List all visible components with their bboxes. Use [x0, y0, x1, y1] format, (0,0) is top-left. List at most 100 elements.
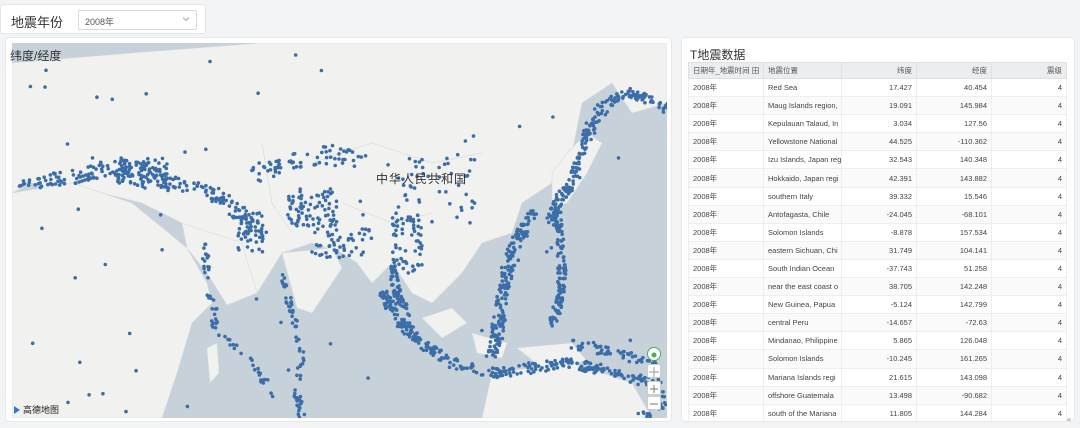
- table-row[interactable]: 2008年 near the east coast o 38.705 142.248 4: [688, 277, 1067, 297]
- earthquake-point: [495, 294, 499, 299]
- earthquake-point: [290, 314, 294, 319]
- table-row[interactable]: 2008年 Yellowstone National 44.525 -110.362 4: [688, 132, 1067, 152]
- earthquake-point: [317, 160, 322, 165]
- earthquake-map[interactable]: [12, 43, 667, 418]
- table-scrollbar[interactable]: [1067, 418, 1071, 421]
- table-row[interactable]: 2008年 southern Italy 39.332 15.546 4: [688, 186, 1067, 206]
- earthquake-point: [287, 198, 292, 202]
- earthquake-point: [309, 195, 314, 200]
- column-header[interactable]: 纬度: [841, 62, 917, 79]
- table-row[interactable]: 2008年 Antofagasta, Chile -24.045 -68.101 4: [688, 204, 1067, 224]
- earthquake-point: [289, 217, 294, 222]
- earthquake-point: [455, 358, 460, 363]
- earthquake-point: [380, 294, 384, 299]
- table-row[interactable]: 2008年 Izu Islands, Japan reg 32.543 140.348…: [688, 150, 1067, 170]
- column-header[interactable]: 地震位置: [763, 62, 842, 79]
- column-header[interactable]: 经度: [916, 62, 992, 79]
- earthquake-point: [122, 162, 127, 166]
- table-row[interactable]: 2008年 central Peru -14.657 -72.63 4: [688, 313, 1067, 333]
- table-cell: 4: [991, 150, 1067, 170]
- earthquake-point: [337, 157, 341, 161]
- earthquake-point: [402, 305, 407, 310]
- table-cell: 143.098: [916, 367, 992, 387]
- table-cell: 2008年: [688, 258, 764, 279]
- earthquake-point: [415, 339, 419, 343]
- earthquake-point: [548, 214, 552, 219]
- zoom-out-button[interactable]: [647, 396, 661, 410]
- earthquake-point: [153, 166, 158, 171]
- earthquake-point: [488, 340, 493, 344]
- earthquake-point: [277, 158, 281, 163]
- table-cell: 4: [991, 240, 1067, 260]
- table-row[interactable]: 2008年 Mindanao, Philippine 5.865 126.048 4: [688, 331, 1067, 351]
- table-title: T地震数据: [690, 48, 746, 62]
- earthquake-point: [598, 344, 603, 349]
- earthquake-point: [330, 232, 335, 237]
- earthquake-point: [151, 172, 155, 177]
- earthquake-point: [580, 142, 584, 147]
- table-row[interactable]: 2008年 Solomon Islands -8.878 157.534 4: [688, 222, 1067, 242]
- earthquake-point: [239, 351, 243, 356]
- earthquake-point: [106, 166, 110, 171]
- table-cell: New Guinea, Papua: [763, 295, 842, 315]
- column-header[interactable]: 震级: [991, 62, 1067, 79]
- earthquake-point: [587, 365, 592, 370]
- earthquake-point: [556, 238, 560, 242]
- earthquake-point: [328, 254, 332, 259]
- earthquake-point: [419, 233, 423, 237]
- table-cell: 2008年: [688, 132, 764, 152]
- earthquake-point: [289, 300, 294, 305]
- earthquake-point: [316, 221, 321, 225]
- table-row[interactable]: 2008年 South Indian Ocean -37.743 51.258 4: [688, 258, 1067, 279]
- earthquake-point: [490, 353, 495, 357]
- earthquake-point: [417, 198, 421, 202]
- table-cell: 142.799: [916, 295, 992, 315]
- table-cell: 44.525: [841, 132, 917, 152]
- earthquake-point: [269, 391, 273, 396]
- table-cell: central Peru: [763, 313, 842, 333]
- earthquake-point: [599, 367, 603, 372]
- table-row[interactable]: 2008年 Red Sea 17.427 40.454 4: [688, 77, 1067, 98]
- earthquake-point: [203, 242, 208, 247]
- table-row[interactable]: 2008年 Hokkaido, Japan regi 42.391 143.882 4: [688, 168, 1067, 188]
- earthquake-point: [260, 249, 265, 254]
- table-cell: 2008年: [688, 77, 764, 98]
- earthquake-point: [430, 219, 434, 224]
- table-row[interactable]: 2008年 south of the Mariana 11.805 144.284 4: [688, 403, 1067, 421]
- earthquake-point: [160, 248, 164, 252]
- earthquake-point: [531, 361, 535, 366]
- earthquake-point: [448, 360, 452, 365]
- column-header[interactable]: 日期年_地震时间 田: [688, 62, 764, 79]
- table-row[interactable]: 2008年 eastern Sichuan, Chi 31.749 104.141 4: [688, 240, 1067, 260]
- earthquake-point: [237, 226, 242, 231]
- earthquake-point: [134, 368, 138, 373]
- table-cell: 2008年: [688, 150, 764, 170]
- earthquake-point: [636, 411, 641, 416]
- table-row[interactable]: 2008年 offshore Guatemala 13.498 -90.682 4: [688, 385, 1067, 405]
- earthquake-point: [334, 205, 339, 209]
- table-cell: Solomon Islands: [763, 222, 842, 242]
- zoom-in-button[interactable]: [647, 381, 661, 395]
- year-select[interactable]: 2008年: [78, 10, 197, 30]
- earthquake-point: [509, 269, 513, 274]
- table-row[interactable]: 2008年 New Guinea, Papua -5.124 142.799 4: [688, 295, 1067, 315]
- earthquake-point: [568, 190, 572, 194]
- earthquake-point: [590, 122, 595, 126]
- table-row[interactable]: 2008年 Mariana Islands regi 21.615 143.098 4: [688, 367, 1067, 387]
- earthquake-point: [588, 361, 593, 366]
- earthquake-point: [532, 216, 537, 221]
- table-row[interactable]: 2008年 Maug Islands region, 19.091 145.984 4: [688, 96, 1067, 116]
- earthquake-point: [558, 290, 563, 295]
- table-cell: 4: [991, 186, 1067, 206]
- earthquake-point: [341, 243, 346, 248]
- earthquake-point: [261, 237, 265, 241]
- table-row[interactable]: 2008年 Kepulauan Talaud, In 3.034 127.56 4: [688, 114, 1067, 134]
- locate-button[interactable]: [647, 347, 661, 361]
- pan-button[interactable]: [647, 364, 661, 378]
- table-row[interactable]: 2008年 Solomon Islands -10.245 161.265 4: [688, 349, 1067, 369]
- earthquake-point: [525, 234, 529, 238]
- earthquake-point: [227, 204, 232, 208]
- earthquake-point: [256, 91, 260, 95]
- earthquake-point: [507, 368, 512, 372]
- earthquake-point: [324, 251, 328, 255]
